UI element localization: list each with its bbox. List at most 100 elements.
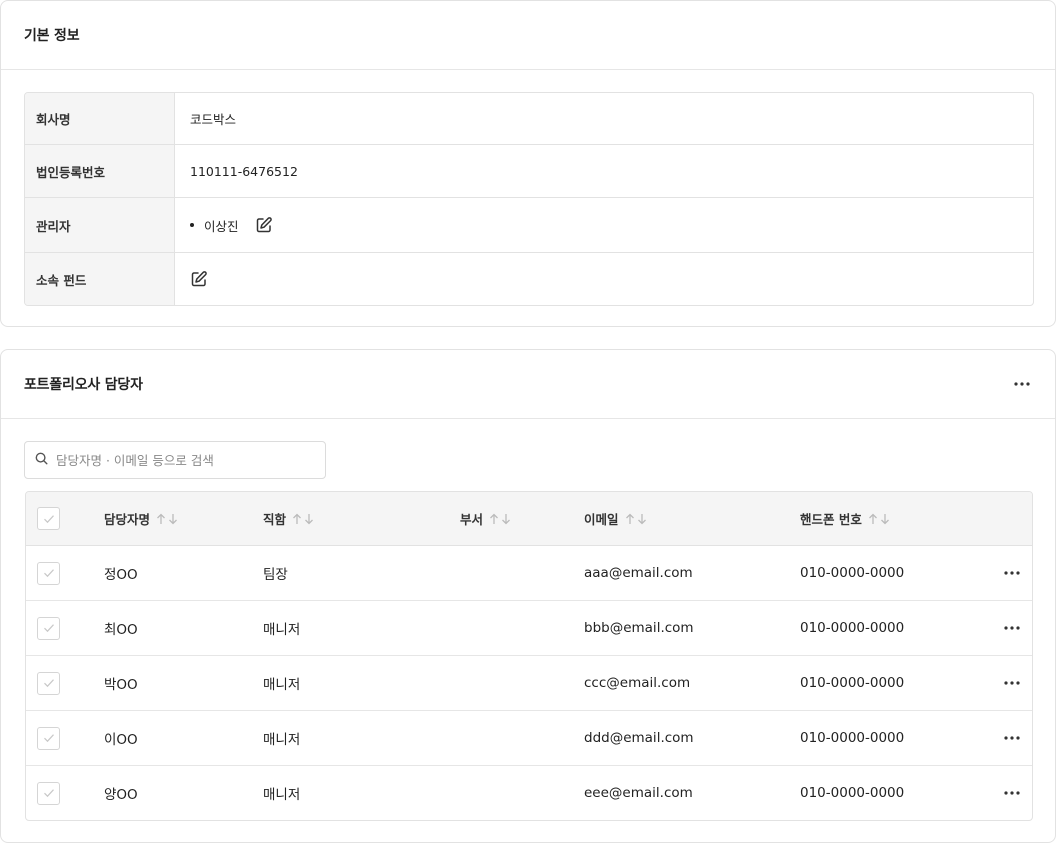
check-icon <box>43 624 54 633</box>
contact-email: bbb@email.com <box>584 620 694 636</box>
basic-info-card: 기본 정보 회사명 코드박스 법인등록번호 110111-6476512 관리자… <box>0 0 1056 327</box>
check-icon <box>43 789 54 798</box>
contact-phone: 010-0000-0000 <box>800 785 905 801</box>
column-dept-label: 부서 <box>460 512 484 527</box>
basic-info-header: 기본 정보 <box>1 1 1055 70</box>
arrow-down-icon <box>637 513 646 524</box>
row-more-cell <box>1002 711 1022 765</box>
arrow-down-icon <box>502 513 510 524</box>
row-checkbox[interactable] <box>37 561 60 585</box>
bullet-dot <box>190 223 194 227</box>
row-check-cell <box>37 711 60 765</box>
edit-icon[interactable] <box>255 216 273 234</box>
basic-info-title: 기본 정보 <box>24 28 80 44</box>
contacts-header: 포트폴리오사 담당자 <box>1 350 1055 419</box>
column-header-dept[interactable]: 부서 <box>460 492 511 545</box>
select-all-checkbox[interactable] <box>37 507 60 530</box>
sort-icons[interactable] <box>156 513 178 525</box>
basic-info-table: 회사명 코드박스 법인등록번호 110111-6476512 관리자 이상진 소… <box>24 92 1034 306</box>
contact-phone: 010-0000-0000 <box>800 565 905 581</box>
more-icon[interactable] <box>1002 563 1022 583</box>
info-row-fund: 소속 펀드 <box>25 253 1033 305</box>
row-more-cell <box>1002 656 1022 710</box>
row-check-cell <box>37 601 60 655</box>
contact-name: 최OO <box>104 622 138 638</box>
arrow-up-icon <box>293 513 301 524</box>
check-icon <box>43 569 54 578</box>
manager-value: 이상진 <box>175 198 1033 252</box>
column-email-label: 이메일 <box>584 512 619 527</box>
table-row[interactable]: 양OO 매니저 eee@email.com 010-0000-0000 <box>26 766 1032 820</box>
row-check-cell <box>37 766 60 820</box>
search-input[interactable] <box>56 452 306 468</box>
column-name-label: 담당자명 <box>104 512 151 527</box>
arrow-down-icon <box>305 513 313 524</box>
column-header-name[interactable]: 담당자명 <box>104 492 178 545</box>
contact-phone: 010-0000-0000 <box>800 620 905 636</box>
more-icon[interactable] <box>1002 783 1022 803</box>
more-icon[interactable] <box>1002 673 1022 693</box>
contact-email: eee@email.com <box>584 785 693 801</box>
contact-phone: 010-0000-0000 <box>800 675 905 691</box>
search-box[interactable] <box>24 441 326 479</box>
check-icon <box>43 514 54 523</box>
column-title-label: 직함 <box>263 512 287 527</box>
table-row[interactable]: 박OO 매니저 ccc@email.com 010-0000-0000 <box>26 656 1032 711</box>
fund-value <box>175 253 1033 305</box>
more-icon[interactable] <box>1012 374 1032 394</box>
manager-label: 관리자 <box>25 198 175 252</box>
sort-icons[interactable] <box>868 513 890 525</box>
sort-icons[interactable] <box>625 513 647 525</box>
registration-number-value: 110111-6476512 <box>190 163 298 179</box>
table-row[interactable]: 정OO 팀장 aaa@email.com 010-0000-0000 <box>26 546 1032 601</box>
arrow-up-icon <box>490 513 498 524</box>
table-row[interactable]: 이OO 매니저 ddd@email.com 010-0000-0000 <box>26 711 1032 766</box>
row-more-cell <box>1002 766 1022 820</box>
check-icon <box>43 734 54 743</box>
contact-email: ccc@email.com <box>584 675 691 691</box>
row-more-cell <box>1002 546 1022 600</box>
row-check-cell <box>37 546 60 600</box>
contacts-table: 담당자명 직함 부서 이메일 핸드폰 번호 정OO 팀장 aaa@email.c… <box>25 491 1033 821</box>
search-icon <box>35 452 48 469</box>
check-icon <box>43 679 54 688</box>
company-name-value: 코드박스 <box>190 112 237 127</box>
row-check-cell <box>37 656 60 710</box>
company-name-label: 회사명 <box>25 93 175 144</box>
info-row-company: 회사명 코드박스 <box>25 93 1033 145</box>
contact-email: aaa@email.com <box>584 565 693 581</box>
contacts-card: 포트폴리오사 담당자 담당자명 직함 <box>0 349 1056 843</box>
contact-title: 매니저 <box>263 622 301 638</box>
table-row[interactable]: 최OO 매니저 bbb@email.com 010-0000-0000 <box>26 601 1032 656</box>
row-checkbox[interactable] <box>37 726 60 750</box>
arrow-down-icon <box>880 513 889 524</box>
info-row-manager: 관리자 이상진 <box>25 198 1033 253</box>
row-checkbox[interactable] <box>37 781 60 805</box>
more-icon[interactable] <box>1002 618 1022 638</box>
contact-title: 매니저 <box>263 677 301 693</box>
contact-name: 이OO <box>104 732 138 748</box>
arrow-up-icon <box>868 513 877 524</box>
fund-label: 소속 펀드 <box>25 253 175 305</box>
arrow-down-icon <box>169 513 177 524</box>
registration-number-label: 법인등록번호 <box>25 145 175 197</box>
contact-title: 팀장 <box>263 567 288 583</box>
row-checkbox[interactable] <box>37 616 60 640</box>
arrow-up-icon <box>157 513 165 524</box>
column-header-email[interactable]: 이메일 <box>584 492 647 545</box>
edit-icon[interactable] <box>190 270 208 288</box>
contact-title: 매니저 <box>263 732 301 748</box>
info-row-registration: 법인등록번호 110111-6476512 <box>25 145 1033 198</box>
contact-name: 박OO <box>104 677 138 693</box>
more-icon[interactable] <box>1002 728 1022 748</box>
sort-icons[interactable] <box>489 513 511 525</box>
contact-name: 양OO <box>104 787 138 803</box>
manager-name: 이상진 <box>204 218 239 234</box>
select-all-cell <box>37 492 60 545</box>
contact-phone: 010-0000-0000 <box>800 730 905 746</box>
column-header-phone[interactable]: 핸드폰 번호 <box>800 492 890 545</box>
column-header-title[interactable]: 직함 <box>263 492 314 545</box>
row-checkbox[interactable] <box>37 671 60 695</box>
contact-email: ddd@email.com <box>584 730 694 746</box>
sort-icons[interactable] <box>292 513 314 525</box>
